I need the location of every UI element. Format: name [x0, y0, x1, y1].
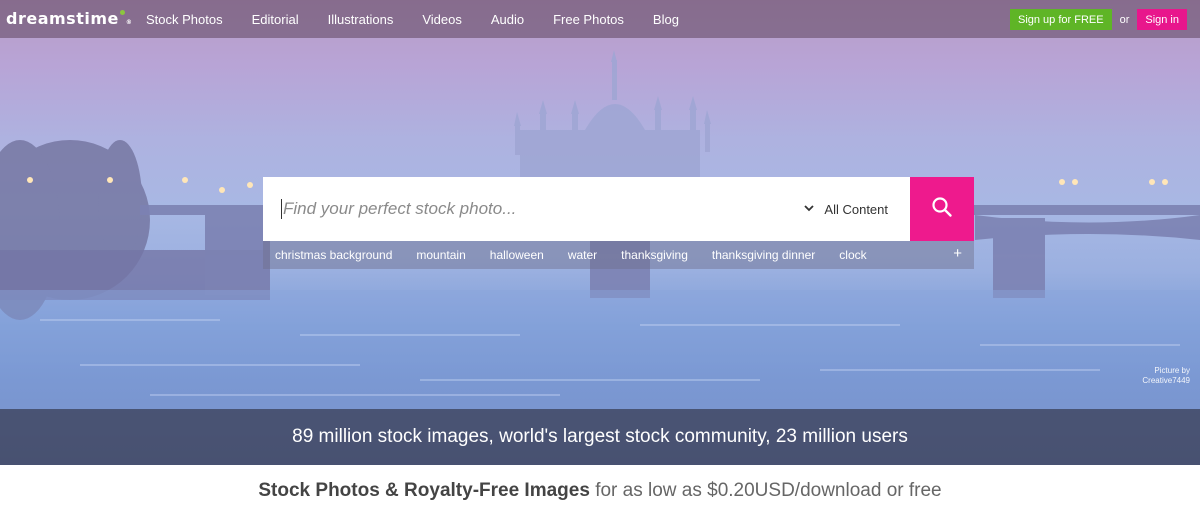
or-text: or [1119, 13, 1130, 26]
main-nav: Stock Photos Editorial Illustrations Vid… [146, 0, 708, 38]
dreamstime-logo[interactable]: dreamstime ® [6, 9, 132, 29]
nav-item-videos[interactable]: Videos [422, 12, 462, 27]
text-caret [281, 199, 282, 219]
nav-item-audio[interactable]: Audio [491, 12, 524, 27]
nav-item-stock-photos[interactable]: Stock Photos [146, 12, 223, 27]
more-suggestions-plus-icon[interactable]: + [953, 245, 962, 262]
search-icon [931, 196, 953, 223]
search-suggestions: christmas background mountain halloween … [263, 241, 974, 269]
logo-dot-icon [119, 10, 125, 15]
suggestion-tag[interactable]: water [568, 248, 597, 262]
nav-item-editorial[interactable]: Editorial [252, 12, 299, 27]
search-box: All Content [263, 177, 910, 241]
registered-icon: ® [125, 19, 133, 26]
suggestion-tag[interactable]: halloween [490, 248, 544, 262]
suggestion-tag[interactable]: clock [839, 248, 866, 262]
suggestion-tag[interactable]: thanksgiving [621, 248, 688, 262]
auth-area: Sign up for FREE or Sign in [1009, 9, 1187, 30]
stats-text: 89 million stock images, world's largest… [292, 426, 908, 447]
tagline-bold: Stock Photos & Royalty-Free Images [258, 480, 590, 501]
signup-button[interactable]: Sign up for FREE [1009, 9, 1112, 30]
suggestion-tag[interactable]: christmas background [275, 248, 392, 262]
nav-item-blog[interactable]: Blog [653, 12, 679, 27]
suggestion-tag[interactable]: mountain [416, 248, 465, 262]
nav-item-illustrations[interactable]: Illustrations [328, 12, 394, 27]
credit-line-1: Picture by [1154, 366, 1190, 375]
suggestion-tag[interactable]: thanksgiving dinner [712, 248, 815, 262]
top-navigation-bar: dreamstime ® Stock Photos Editorial Illus… [0, 0, 1200, 38]
stats-banner: 89 million stock images, world's largest… [0, 409, 1200, 465]
logo-text: dreamstime [6, 9, 119, 28]
signin-button[interactable]: Sign in [1137, 9, 1187, 30]
search-input[interactable] [283, 199, 803, 219]
page-tagline: Stock Photos & Royalty-Free Images for a… [0, 480, 1200, 502]
search-button[interactable] [910, 177, 974, 241]
photo-credit: Picture by Creative7449 [1142, 366, 1190, 386]
content-type-dropdown[interactable]: All Content [804, 177, 888, 241]
nav-item-free-photos[interactable]: Free Photos [553, 12, 624, 27]
chevron-down-icon [804, 204, 815, 215]
credit-line-2: Creative7449 [1142, 376, 1190, 385]
content-type-label: All Content [824, 201, 888, 217]
search-bar: All Content [263, 177, 974, 241]
tagline-rest: for as low as $0.20USD/download or free [589, 480, 942, 501]
